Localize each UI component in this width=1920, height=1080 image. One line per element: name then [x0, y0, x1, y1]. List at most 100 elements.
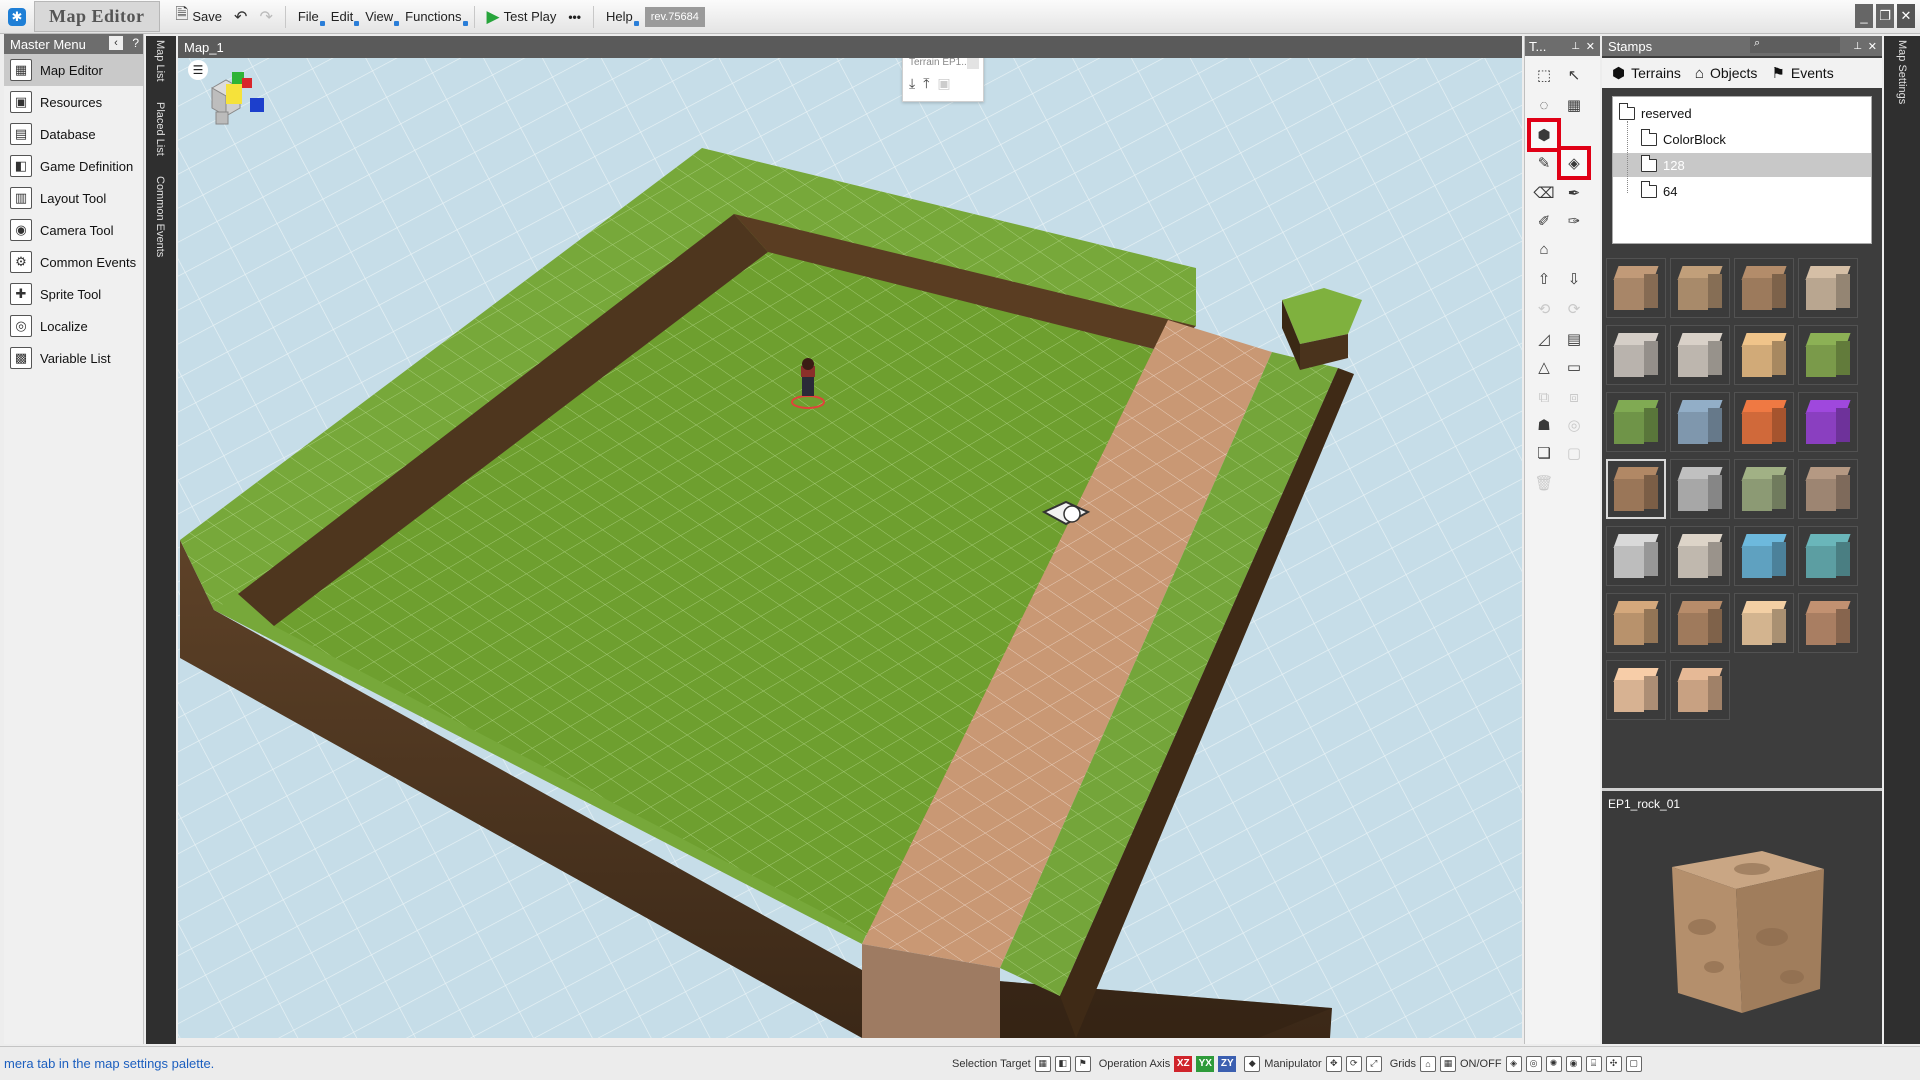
view-icon-2[interactable]: ◎ — [1525, 1055, 1542, 1072]
tab-map-list[interactable]: Map List — [154, 40, 166, 82]
terrain-fill-icon[interactable]: ◈ — [1557, 146, 1591, 180]
master-menu-item[interactable]: ✚ Sprite Tool — [4, 278, 143, 310]
terrain-swatch[interactable] — [1670, 593, 1730, 653]
terrain-swatch[interactable] — [1670, 660, 1730, 720]
axis-yx-button[interactable]: YX — [1196, 1055, 1215, 1072]
scale-gizmo-icon[interactable]: ⤢ — [1365, 1055, 1382, 1072]
collapse-icon[interactable]: ‹ — [109, 36, 123, 50]
redo-button[interactable]: ↷ — [253, 4, 278, 30]
view-icon-5[interactable]: ⌸ — [1585, 1055, 1602, 1072]
viewport-tab[interactable]: Map_1 — [178, 36, 1522, 58]
terrain-swatch[interactable] — [1606, 526, 1666, 586]
terrain-swatch[interactable] — [1670, 258, 1730, 318]
terrain-swatch[interactable] — [1798, 258, 1858, 318]
tab-objects[interactable]: ⌂ Objects — [1695, 65, 1758, 82]
tree-folder-item[interactable]: ColorBlock — [1613, 127, 1871, 151]
tab-map-settings[interactable]: Map Settings — [1896, 40, 1908, 104]
test-play-options-button[interactable]: ••• — [562, 7, 587, 27]
axis-gizmo[interactable] — [202, 68, 272, 134]
lasso-select-icon[interactable]: ◌ — [1531, 92, 1557, 118]
tab-placed-list[interactable]: Placed List — [154, 102, 166, 156]
select-event-icon[interactable]: ⚑ — [1074, 1055, 1091, 1072]
terrain-swatch[interactable] — [1734, 392, 1794, 452]
event-icon[interactable]: ☗ — [1531, 412, 1557, 438]
terrain-swatch[interactable] — [1606, 593, 1666, 653]
lower-icon[interactable]: ⇩ — [1561, 266, 1587, 292]
triangle-icon[interactable]: △ — [1531, 354, 1557, 380]
terrain-swatch[interactable] — [1798, 593, 1858, 653]
terrain-popup-close-icon[interactable] — [967, 57, 979, 69]
terrain-swatch[interactable] — [1798, 526, 1858, 586]
save-button[interactable]: 🗎 Save — [170, 0, 229, 33]
tree-folder-item[interactable]: 64 — [1613, 179, 1871, 203]
target-icon[interactable]: ◎ — [1561, 412, 1587, 438]
terrain-swatch[interactable] — [1734, 459, 1794, 519]
copy-icon[interactable]: ⧉ — [1531, 384, 1557, 410]
master-menu-item[interactable]: ▦ Map Editor — [4, 54, 143, 86]
menu-edit[interactable]: Edit — [325, 6, 360, 27]
view-icon-7[interactable]: ▢ — [1625, 1055, 1642, 1072]
terrain-swatch[interactable] — [1734, 258, 1794, 318]
master-menu-item[interactable]: ◧ Game Definition — [4, 150, 143, 182]
menu-help[interactable]: Help — [600, 6, 639, 27]
restore-button[interactable]: ❐ — [1876, 4, 1894, 28]
master-menu-item[interactable]: ⚙ Common Events — [4, 246, 143, 278]
terrain-swatch[interactable] — [1606, 258, 1666, 318]
stamps-search-input[interactable]: ⌕ — [1750, 37, 1840, 53]
master-menu-item[interactable]: ▤ Database — [4, 118, 143, 150]
rect-select-icon[interactable]: ⬚ — [1531, 62, 1557, 88]
help-icon[interactable]: ? — [132, 36, 139, 50]
terrain-swatch[interactable] — [1670, 325, 1730, 385]
map-3d-scene[interactable] — [178, 38, 1522, 1038]
undo-button[interactable]: ↶ — [228, 4, 253, 30]
manipulator-icon[interactable]: ◆ — [1244, 1055, 1261, 1072]
view-icon-1[interactable]: ◈ — [1505, 1055, 1522, 1072]
stamp-export-icon[interactable]: ⤒ — [923, 75, 929, 92]
terrain-swatch[interactable] — [1606, 459, 1666, 519]
terrain-swatch[interactable] — [1798, 459, 1858, 519]
rotate-alt-icon[interactable]: ⟳ — [1561, 296, 1587, 322]
minimize-button[interactable]: _ — [1855, 4, 1873, 28]
trash-icon[interactable]: 🗑 — [1531, 470, 1557, 496]
raise-icon[interactable]: ⇧ — [1531, 266, 1557, 292]
terrain-swatch[interactable] — [1734, 593, 1794, 653]
axis-zy-button[interactable]: ZY — [1218, 1055, 1237, 1072]
terrain-swatch[interactable] — [1798, 325, 1858, 385]
clipboard-icon[interactable]: ▢ — [1561, 440, 1587, 466]
stamp-place-icon[interactable]: ⤓ — [909, 75, 915, 92]
close-window-button[interactable]: ✕ — [1897, 4, 1915, 28]
terrain-swatch[interactable] — [1670, 392, 1730, 452]
duplicate-icon[interactable]: ❏ — [1531, 440, 1557, 466]
terrain-swatch[interactable] — [1734, 526, 1794, 586]
select-grid-icon[interactable]: ▦ — [1034, 1055, 1051, 1072]
close-icon[interactable]: ✕ — [1586, 40, 1595, 53]
pointer-select-icon[interactable]: ↖ — [1561, 62, 1587, 88]
test-play-button[interactable]: ▶ Test Play — [481, 4, 563, 30]
terrain-swatch[interactable] — [1606, 392, 1666, 452]
terrain-paint-icon[interactable]: ⬢ — [1527, 118, 1561, 152]
select-object-icon[interactable]: ◧ — [1054, 1055, 1071, 1072]
master-menu-item[interactable]: ▩ Variable List — [4, 342, 143, 374]
grid-select-icon[interactable]: ▦ — [1561, 92, 1587, 118]
stamp-delete-icon[interactable]: ▣ — [937, 75, 950, 92]
terrain-swatch[interactable] — [1670, 459, 1730, 519]
terrain-swatch[interactable] — [1670, 526, 1730, 586]
tab-terrains[interactable]: ⬢ Terrains — [1612, 64, 1681, 82]
house-icon[interactable]: ⌂ — [1531, 236, 1557, 262]
view-icon-4[interactable]: ◉ — [1565, 1055, 1582, 1072]
view-icon-6[interactable]: ✣ — [1605, 1055, 1622, 1072]
master-menu-item[interactable]: ▣ Resources — [4, 86, 143, 118]
grid-toggle-icon[interactable]: ▦ — [1440, 1055, 1456, 1072]
brush-icon[interactable]: ✐ — [1531, 208, 1557, 234]
pin-icon[interactable]: ⊥ — [1853, 41, 1862, 52]
stair-icon[interactable]: ▤ — [1561, 326, 1587, 352]
axis-xz-button[interactable]: XZ — [1174, 1055, 1193, 1072]
paste-icon[interactable]: ⧈ — [1561, 384, 1587, 410]
master-menu-item[interactable]: ▥ Layout Tool — [4, 182, 143, 214]
eyedropper-icon[interactable]: ✒ — [1561, 180, 1587, 206]
close-icon[interactable]: ✕ — [1868, 40, 1877, 53]
pin-icon[interactable]: ⊥ — [1571, 41, 1580, 52]
master-menu-item[interactable]: ◎ Localize — [4, 310, 143, 342]
eraser-icon[interactable]: ⌫ — [1531, 180, 1557, 206]
pencil-icon[interactable]: ✎ — [1531, 150, 1557, 176]
